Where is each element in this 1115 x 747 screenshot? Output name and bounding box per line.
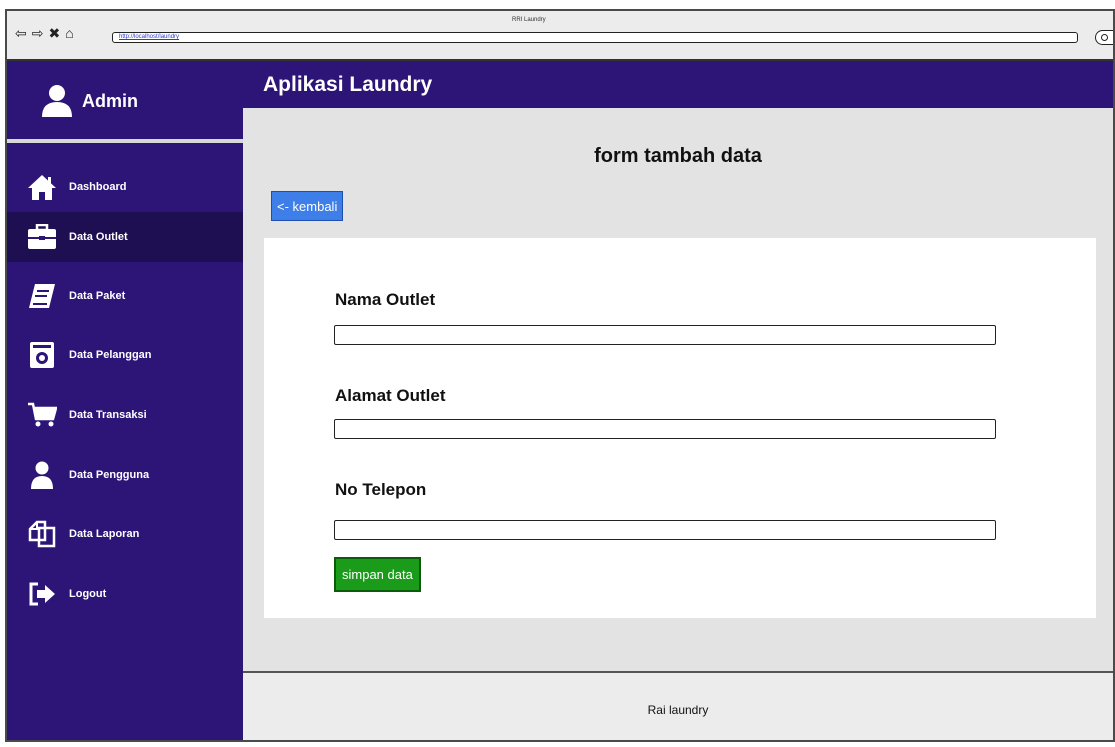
sidebar-item-logout[interactable]: Logout — [7, 569, 243, 619]
sidebar-item-label: Dashboard — [69, 181, 127, 193]
sidebar-item-data-laporan[interactable]: Data Laporan — [7, 509, 243, 559]
browser-nav: ⇦ ⇨ ✖ ⌂ — [15, 26, 74, 40]
browser-window: ⇦ ⇨ ✖ ⌂ RRI Laundry http://localhost/lau… — [5, 9, 1115, 742]
home-icon — [27, 172, 57, 202]
url-bar[interactable]: http://localhost/laundry — [112, 32, 1078, 43]
cart-icon — [27, 400, 57, 430]
home-icon[interactable]: ⌂ — [65, 26, 73, 40]
main-content: form tambah data <- kembali Nama Outlet … — [243, 108, 1113, 740]
sidebar-item-data-paket[interactable]: Data Paket — [7, 271, 243, 321]
window-title: RRI Laundry — [512, 17, 546, 23]
sidebar-item-label: Data Outlet — [69, 231, 128, 243]
sidebar-user: Admin — [7, 61, 243, 137]
admin-label: Admin — [82, 91, 138, 111]
user-icon — [27, 460, 57, 490]
sidebar-item-label: Data Paket — [69, 290, 126, 302]
page-title: form tambah data — [594, 145, 762, 167]
logout-icon — [27, 579, 57, 609]
sidebar-item-label: Data Pelanggan — [69, 349, 152, 361]
back-arrow-icon[interactable]: ⇦ — [15, 26, 27, 40]
sidebar-item-label: Data Pengguna — [69, 469, 150, 481]
form-card: Nama Outlet Alamat Outlet No Telepon sim… — [264, 238, 1096, 618]
no-telepon-input[interactable] — [334, 520, 996, 540]
footer-text: Rai laundry — [647, 703, 709, 717]
user-avatar-icon — [40, 83, 74, 122]
sidebar-item-data-pengguna[interactable]: Data Pengguna — [7, 450, 243, 500]
copy-icon — [27, 519, 57, 549]
alamat-outlet-input[interactable] — [334, 419, 996, 439]
no-telepon-label: No Telepon — [335, 480, 427, 499]
safe-icon — [27, 340, 57, 370]
sidebar-item-label: Data Laporan — [69, 528, 140, 540]
nama-outlet-input[interactable] — [334, 325, 996, 345]
app-title: Aplikasi Laundry — [263, 73, 433, 96]
back-button[interactable]: <- kembali — [271, 191, 344, 221]
book-icon — [27, 281, 57, 311]
browser-chrome: ⇦ ⇨ ✖ ⌂ RRI Laundry http://localhost/lau… — [7, 11, 1113, 61]
nama-outlet-label: Nama Outlet — [335, 290, 436, 309]
forward-arrow-icon[interactable]: ⇨ — [32, 26, 44, 40]
search-toggle[interactable] — [1095, 30, 1113, 45]
sidebar-item-data-transaksi[interactable]: Data Transaksi — [7, 390, 243, 440]
sidebar-item-data-pelanggan[interactable]: Data Pelanggan — [7, 330, 243, 380]
sidebar-divider — [7, 139, 243, 143]
app-header: Aplikasi Laundry — [243, 61, 1113, 108]
alamat-outlet-label: Alamat Outlet — [335, 386, 446, 405]
sidebar-item-label: Data Transaksi — [69, 409, 147, 421]
sidebar-item-dashboard[interactable]: Dashboard — [7, 162, 243, 212]
footer: Rai laundry — [243, 671, 1113, 740]
sidebar-item-label: Logout — [69, 588, 107, 600]
sidebar-item-data-outlet[interactable]: Data Outlet — [7, 212, 243, 262]
url-text: http://localhost/laundry — [119, 34, 180, 40]
sidebar: Admin Dashboard Data Outlet Data Paket D… — [7, 61, 243, 740]
close-icon[interactable]: ✖ — [48, 26, 60, 40]
briefcase-icon — [27, 222, 57, 252]
save-button[interactable]: simpan data — [334, 557, 421, 592]
